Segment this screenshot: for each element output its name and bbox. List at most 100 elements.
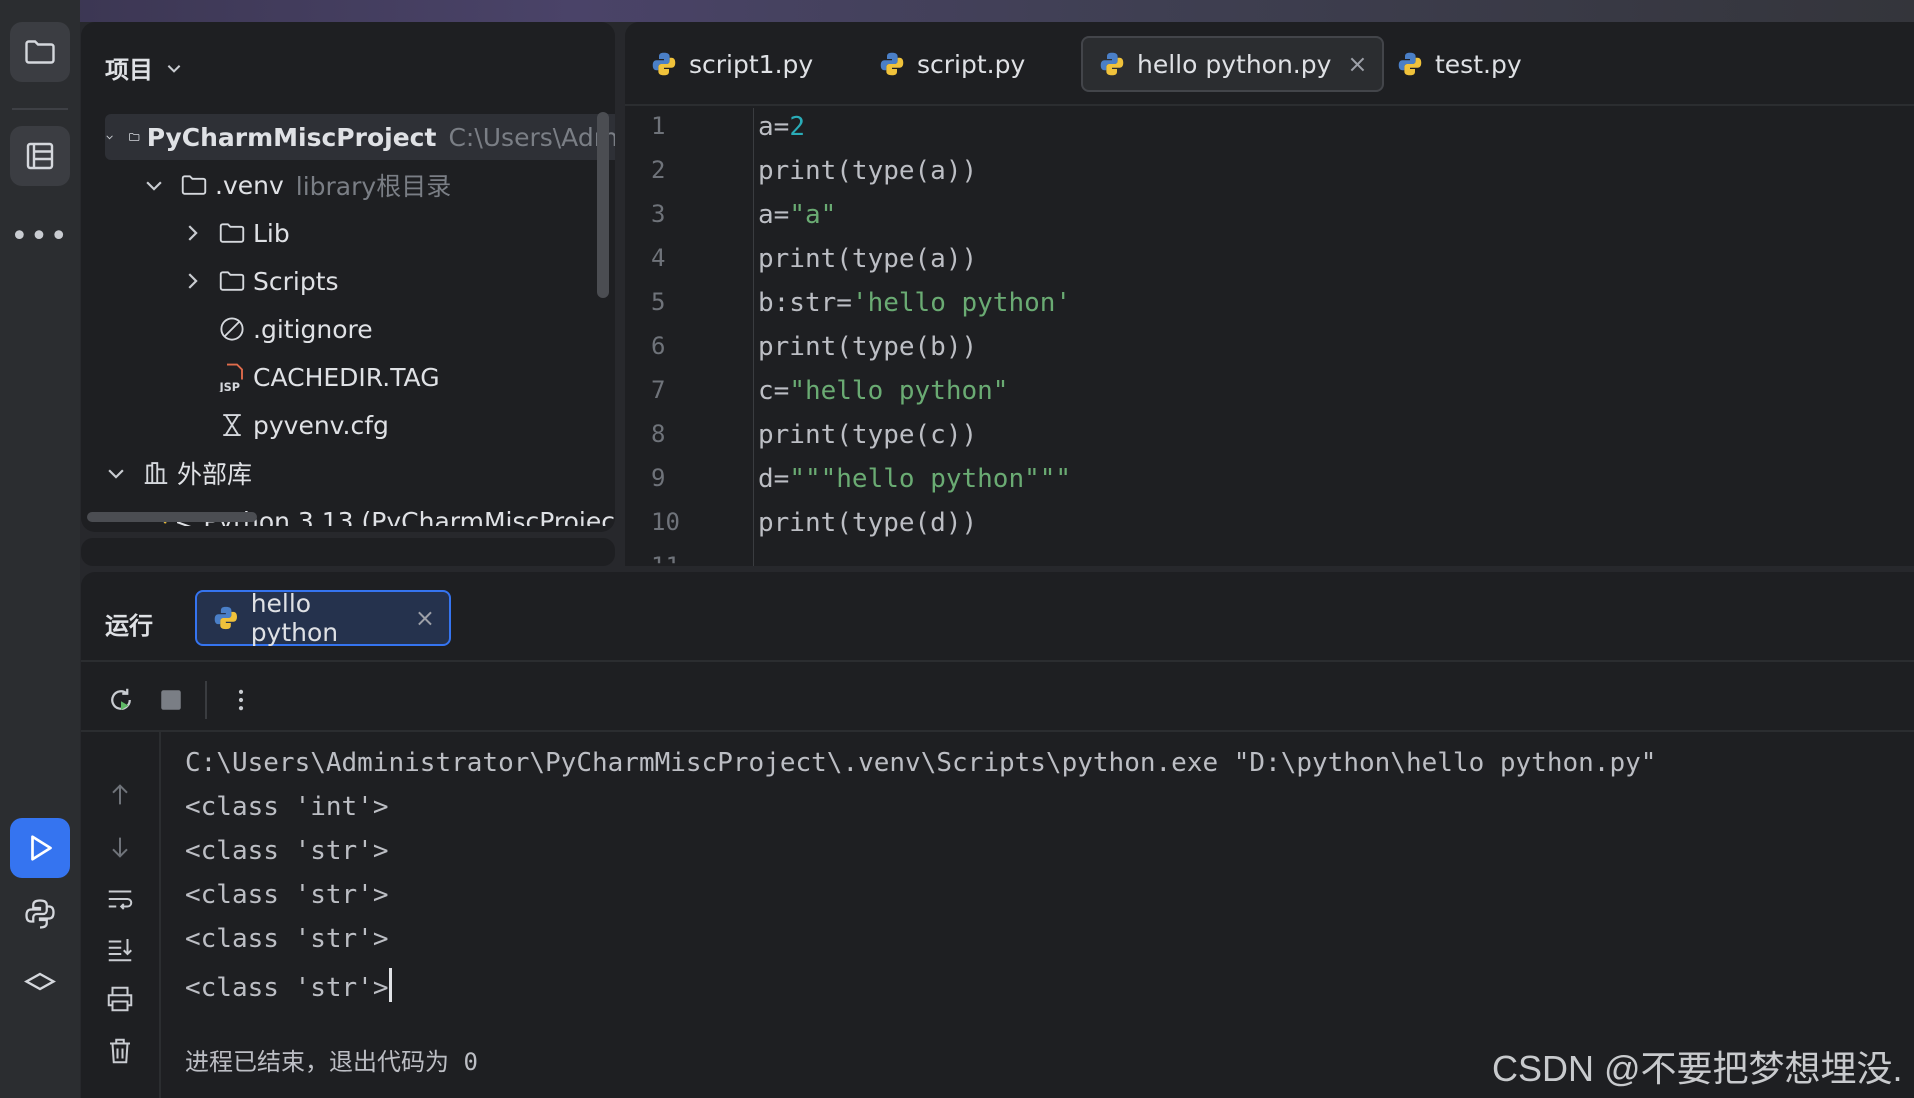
code-token: print(type(c)) [758, 420, 978, 450]
scroll-down-button[interactable] [101, 828, 139, 866]
stop-icon [161, 690, 181, 710]
clear-console-button[interactable] [101, 1032, 139, 1070]
library-icon [144, 462, 168, 484]
code-line: b:str='hello python' [758, 288, 1071, 318]
code-line: print(type(a)) [758, 156, 977, 186]
tree-item-gitignore[interactable]: .gitignore [81, 306, 615, 352]
console-output-line: <class 'str'> [185, 836, 389, 866]
chevron-right-icon[interactable] [181, 270, 203, 292]
jsp-file-icon: JSP [219, 363, 243, 392]
tree-item-external-libraries[interactable]: 外部库 [81, 450, 615, 496]
code-line: c="hello python" [758, 376, 1008, 406]
folder-icon [219, 223, 245, 243]
line-number: 6 [651, 332, 666, 360]
gutter-divider [753, 108, 754, 566]
code-token: d= [758, 464, 790, 494]
tab-script1-py[interactable]: script1.py [635, 36, 827, 92]
tree-item-lib[interactable]: Lib [81, 210, 615, 256]
python-file-icon [1398, 52, 1422, 76]
python-file-icon [1100, 52, 1124, 76]
layers-icon [24, 972, 56, 991]
run-icon [31, 835, 52, 861]
line-number: 2 [651, 156, 666, 184]
chevron-right-icon[interactable] [181, 222, 203, 244]
more-options-button[interactable] [225, 684, 257, 716]
chevron-down-icon[interactable] [105, 126, 114, 148]
config-file-icon [223, 414, 241, 436]
tree-item-project-root[interactable]: PyCharmMiscProject C:\Users\Admi [105, 114, 615, 160]
structure-tool-button[interactable] [10, 126, 70, 186]
layers-tool-button[interactable] [10, 956, 70, 1016]
python-packages-tool-button[interactable] [10, 884, 70, 944]
close-tab-icon[interactable]: × [1347, 50, 1367, 78]
code-line: print(type(a)) [758, 244, 977, 274]
tree-item-label: .gitignore [253, 314, 373, 344]
run-panel: 运行 hello python × C:\Users\Administrator… [81, 572, 1914, 1098]
tab-script-py[interactable]: script.py [863, 36, 1039, 92]
tool-strip-divider [12, 108, 68, 110]
tree-item-label: 外部库 [177, 460, 253, 489]
run-tool-button[interactable] [10, 818, 70, 878]
tab-test-py[interactable]: test.py [1381, 36, 1536, 92]
process-exit-message: 进程已结束，退出代码为 0 [185, 1048, 478, 1076]
project-tool-button[interactable] [10, 22, 70, 82]
print-button[interactable] [101, 980, 139, 1018]
close-run-tab-icon[interactable]: × [415, 604, 435, 632]
console-output-line: <class 'str'> [185, 924, 389, 954]
more-vertical-icon [238, 689, 244, 711]
folder-icon [181, 175, 207, 195]
code-token: print(type(a)) [758, 244, 978, 274]
soft-wrap-button[interactable] [101, 880, 139, 918]
line-number: 8 [651, 420, 666, 448]
number-literal: 2 [789, 112, 805, 142]
tree-item-label: .venv [215, 170, 284, 200]
scroll-to-end-icon [108, 939, 132, 962]
python-file-icon [652, 52, 676, 76]
tree-item-pyvenv-cfg[interactable]: pyvenv.cfg [81, 402, 615, 448]
tree-item-venv[interactable]: .venv library根目录 [81, 162, 615, 208]
chevron-down-icon[interactable] [105, 462, 127, 484]
code-token: b:str= [758, 288, 852, 318]
tab-hello-python-py[interactable]: hello python.py × [1081, 36, 1384, 92]
tab-label: test.py [1435, 49, 1522, 79]
rerun-button[interactable] [105, 684, 137, 716]
run-tab-label: hello python [250, 589, 339, 647]
run-panel-title: 运行 [105, 612, 153, 640]
string-literal: """hello python""" [789, 464, 1072, 494]
string-literal: "a" [789, 200, 837, 230]
line-number: 10 [651, 508, 680, 536]
scroll-to-end-button[interactable] [101, 930, 139, 968]
tree-item-scripts[interactable]: Scripts [81, 258, 615, 304]
chevron-down-icon [167, 64, 181, 73]
project-panel-footer [81, 538, 615, 566]
tree-item-cachedir-tag[interactable]: JSP CACHEDIR.TAG [81, 354, 615, 400]
rerun-icon [111, 688, 131, 710]
console-output-text: <class 'str'> [185, 973, 389, 1003]
stop-button[interactable] [155, 684, 187, 716]
tab-label: script1.py [689, 49, 814, 79]
run-config-tab[interactable]: hello python × [195, 589, 451, 647]
chevron-down-icon[interactable] [143, 174, 165, 196]
project-panel-header[interactable]: 项目 [105, 50, 183, 85]
svg-text:JSP: JSP [219, 381, 241, 392]
line-number: 9 [651, 464, 666, 492]
folder-icon [25, 40, 55, 64]
string-literal: 'hello python' [851, 288, 1072, 318]
python-file-icon [214, 606, 237, 630]
project-vertical-scrollbar[interactable] [597, 112, 609, 298]
project-horizontal-scrollbar[interactable] [87, 512, 257, 522]
code-line: a=2 [758, 112, 805, 142]
console-output-line: <class 'int'> [185, 792, 389, 822]
code-line: print(type(c)) [758, 420, 977, 450]
tab-label: hello python.py [1137, 49, 1332, 79]
line-number: 4 [651, 244, 666, 272]
tree-item-label: CACHEDIR.TAG [253, 362, 440, 392]
code-token: print(type(a)) [758, 156, 978, 186]
trash-icon [110, 1038, 130, 1064]
project-panel-title: 项目 [105, 56, 153, 84]
scroll-up-button[interactable] [101, 776, 139, 814]
soft-wrap-icon [108, 890, 133, 910]
tree-item-hint: library根目录 [295, 172, 452, 201]
more-tools-icon[interactable]: ••• [10, 222, 70, 262]
console-output-line: <class 'str'> [185, 880, 389, 910]
